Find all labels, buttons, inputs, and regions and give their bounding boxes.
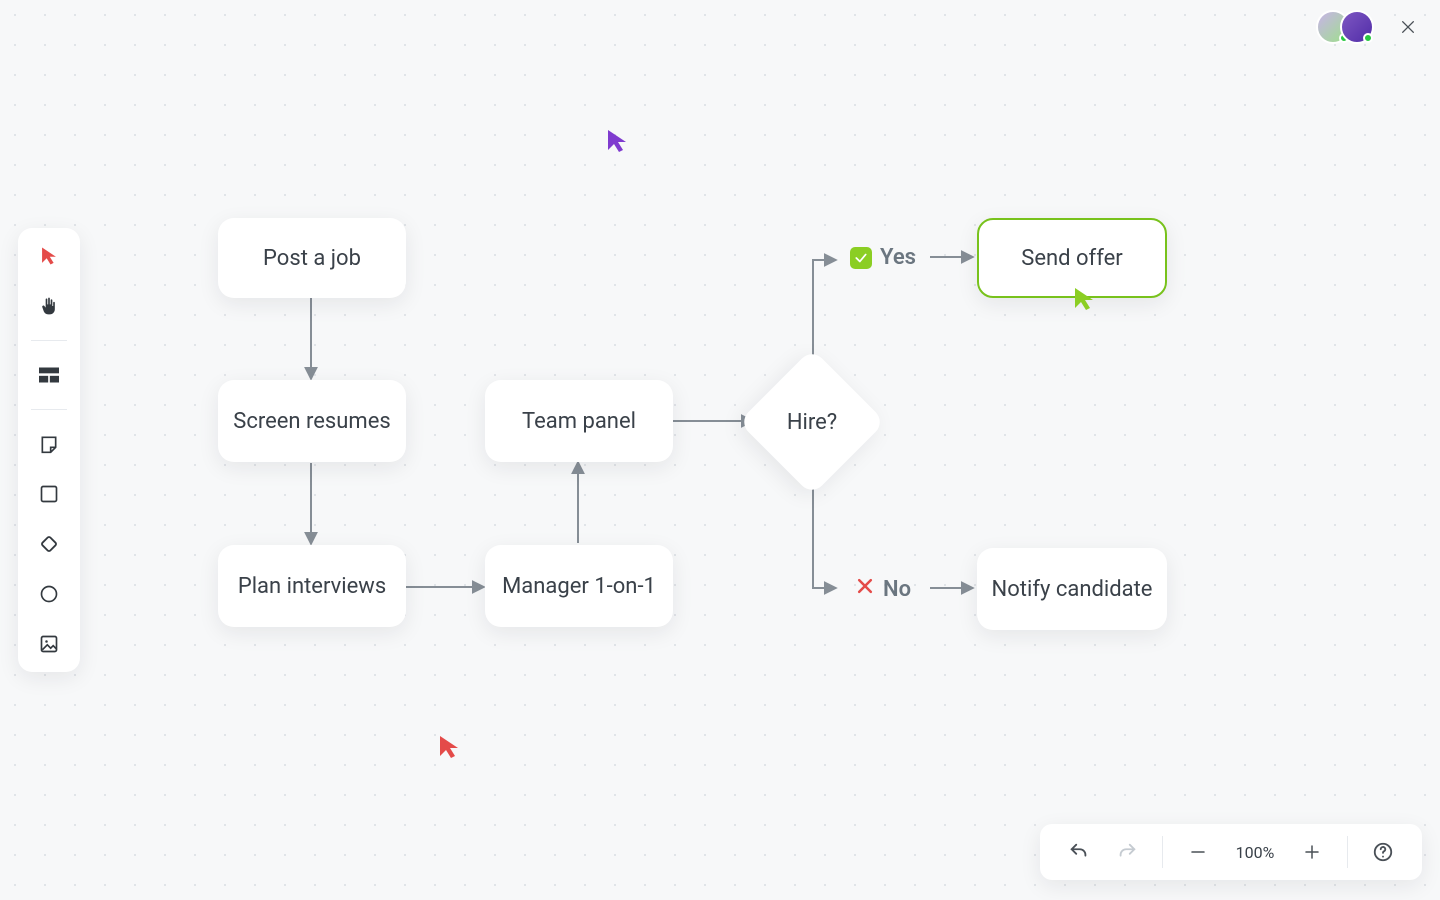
node-label: Manager 1-on-1 [502,574,656,599]
close-button[interactable] [1394,13,1422,41]
bottom-bar: 100% [1040,824,1422,880]
node-label: Hire? [787,410,837,435]
node-manager-1on1[interactable]: Manager 1-on-1 [485,545,673,627]
branch-yes: Yes [850,245,916,270]
tool-circle[interactable] [28,576,70,612]
node-label: Post a job [263,246,361,271]
tool-hand[interactable] [28,288,70,324]
node-label: Notify candidate [992,577,1153,602]
node-plan-interviews[interactable]: Plan interviews [218,545,406,627]
node-send-offer[interactable]: Send offer [977,218,1167,298]
check-icon [850,247,872,269]
bottombar-divider [1162,836,1163,868]
edges-layer [0,0,1440,900]
bottombar-divider [1347,836,1348,868]
node-label: Plan interviews [238,574,386,599]
node-label: Screen resumes [233,409,390,434]
node-team-panel[interactable]: Team panel [485,380,673,462]
undo-button[interactable] [1060,833,1098,871]
toolbar [18,228,80,672]
tool-image[interactable] [28,626,70,662]
tool-rectangle[interactable] [28,476,70,512]
zoom-level[interactable]: 100% [1227,843,1283,862]
toolbar-divider [31,409,67,410]
avatar[interactable] [1340,10,1374,44]
presence-bar [1316,10,1422,44]
toolbar-divider [31,340,67,341]
node-post-job[interactable]: Post a job [218,218,406,298]
zoom-in-button[interactable] [1293,833,1331,871]
branch-label: Yes [880,245,916,270]
branch-label: No [883,577,911,602]
remote-cursor [606,128,628,158]
tool-diamond[interactable] [28,526,70,562]
avatar-stack[interactable] [1316,10,1374,44]
tool-section[interactable] [28,357,70,393]
help-button[interactable] [1364,833,1402,871]
cross-icon [855,576,875,602]
canvas[interactable]: Post a job Screen resumes Plan interview… [0,0,1440,900]
tool-pointer[interactable] [28,238,70,274]
branch-no: No [855,576,911,602]
redo-button[interactable] [1108,833,1146,871]
status-online-icon [1363,33,1373,43]
node-label: Send offer [1021,246,1122,271]
remote-cursor [438,734,460,764]
node-screen-resumes[interactable]: Screen resumes [218,380,406,462]
tool-sticky[interactable] [28,426,70,462]
node-label: Team panel [522,409,636,434]
node-notify-candidate[interactable]: Notify candidate [977,548,1167,630]
node-hire-decision[interactable]: Hire? [760,370,864,474]
zoom-out-button[interactable] [1179,833,1217,871]
